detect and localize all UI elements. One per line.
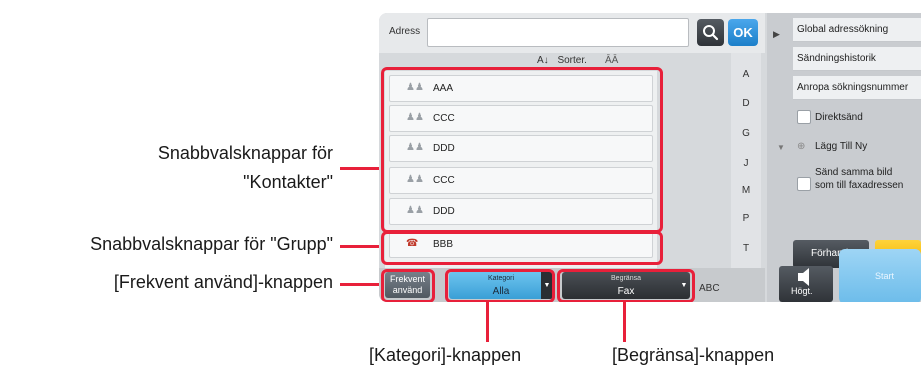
leader-restrict bbox=[623, 300, 626, 342]
start-label: Start bbox=[875, 271, 895, 281]
callout-category: [Kategori]-knappen bbox=[369, 345, 522, 365]
sort-button[interactable]: A↓ Sorter. bbox=[537, 53, 587, 68]
volume-label: Högt. bbox=[791, 286, 813, 296]
leader-category bbox=[486, 300, 489, 342]
address-input[interactable] bbox=[427, 18, 689, 47]
leader-frequent bbox=[340, 283, 384, 286]
same-image-checkbox[interactable] bbox=[797, 177, 811, 191]
leader-group bbox=[340, 245, 384, 248]
restrict-highlight bbox=[557, 269, 695, 302]
search-button[interactable] bbox=[697, 19, 724, 46]
leader-contacts bbox=[340, 167, 384, 170]
sort-icon: A↓ bbox=[537, 55, 549, 66]
plus-icon: ⊕ bbox=[797, 141, 806, 152]
scroll-down-icon[interactable]: ▼ bbox=[777, 143, 785, 152]
index-letter[interactable]: P bbox=[731, 213, 761, 224]
ok-button[interactable]: OK bbox=[728, 19, 758, 46]
speaker-icon bbox=[798, 268, 809, 286]
index-letter[interactable]: A bbox=[731, 69, 761, 80]
contacts-highlight bbox=[381, 67, 663, 233]
start-button[interactable]: Start bbox=[839, 249, 921, 302]
callout-group: Snabbvalsknappar för "Grupp" bbox=[90, 234, 333, 254]
address-bar: Adress OK bbox=[379, 13, 765, 53]
call-search-number-button[interactable]: Anropa sökningsnummer bbox=[793, 76, 921, 100]
direct-send-checkbox[interactable] bbox=[797, 110, 811, 124]
category-highlight bbox=[445, 269, 555, 302]
abc-button[interactable]: ABC bbox=[699, 283, 720, 294]
index-letter[interactable]: G bbox=[731, 128, 761, 139]
frequent-highlight bbox=[381, 269, 435, 302]
same-image-label-line1: Sänd samma bild bbox=[815, 167, 893, 178]
sort-label: Sorter. bbox=[557, 55, 587, 66]
right-panel: ▶ Global adressökning Sändningshistorik … bbox=[767, 13, 921, 302]
callout-contacts-line1: Snabbvalsknappar för bbox=[157, 143, 333, 163]
direct-send-label: Direktsänd bbox=[815, 112, 863, 123]
global-address-search-button[interactable]: Global adressökning bbox=[793, 18, 921, 42]
index-letter[interactable]: M bbox=[731, 185, 761, 196]
sending-history-button[interactable]: Sändningshistorik bbox=[793, 47, 921, 71]
index-letter[interactable]: T bbox=[731, 243, 761, 254]
same-image-label-line2: som till faxadressen bbox=[815, 180, 904, 191]
callout-frequent: [Frekvent använd]-knappen bbox=[113, 272, 333, 292]
callout-contacts-line2: "Kontakter" bbox=[243, 172, 333, 192]
alphabet-index: A D G J M P T W bbox=[731, 53, 761, 282]
collapse-arrow-icon[interactable]: ▶ bbox=[773, 29, 780, 40]
sort-row: A↓ Sorter. ĀĀ bbox=[379, 53, 761, 68]
group-highlight bbox=[381, 231, 663, 265]
add-new-button[interactable]: Lägg Till Ny bbox=[815, 140, 867, 153]
volume-button[interactable]: Högt. bbox=[779, 266, 833, 302]
address-book-screen: Adress OK A↓ Sorter. ĀĀ ♟♟ AAA ♟♟ CCC ♟♟… bbox=[379, 13, 921, 302]
callout-restrict: [Begränsa]-knappen bbox=[612, 345, 775, 365]
index-letter[interactable]: J bbox=[731, 158, 761, 169]
index-letter[interactable]: D bbox=[731, 98, 761, 109]
sort-order-icon[interactable]: ĀĀ bbox=[605, 53, 618, 68]
address-label: Adress bbox=[389, 26, 421, 37]
search-icon bbox=[703, 25, 719, 41]
